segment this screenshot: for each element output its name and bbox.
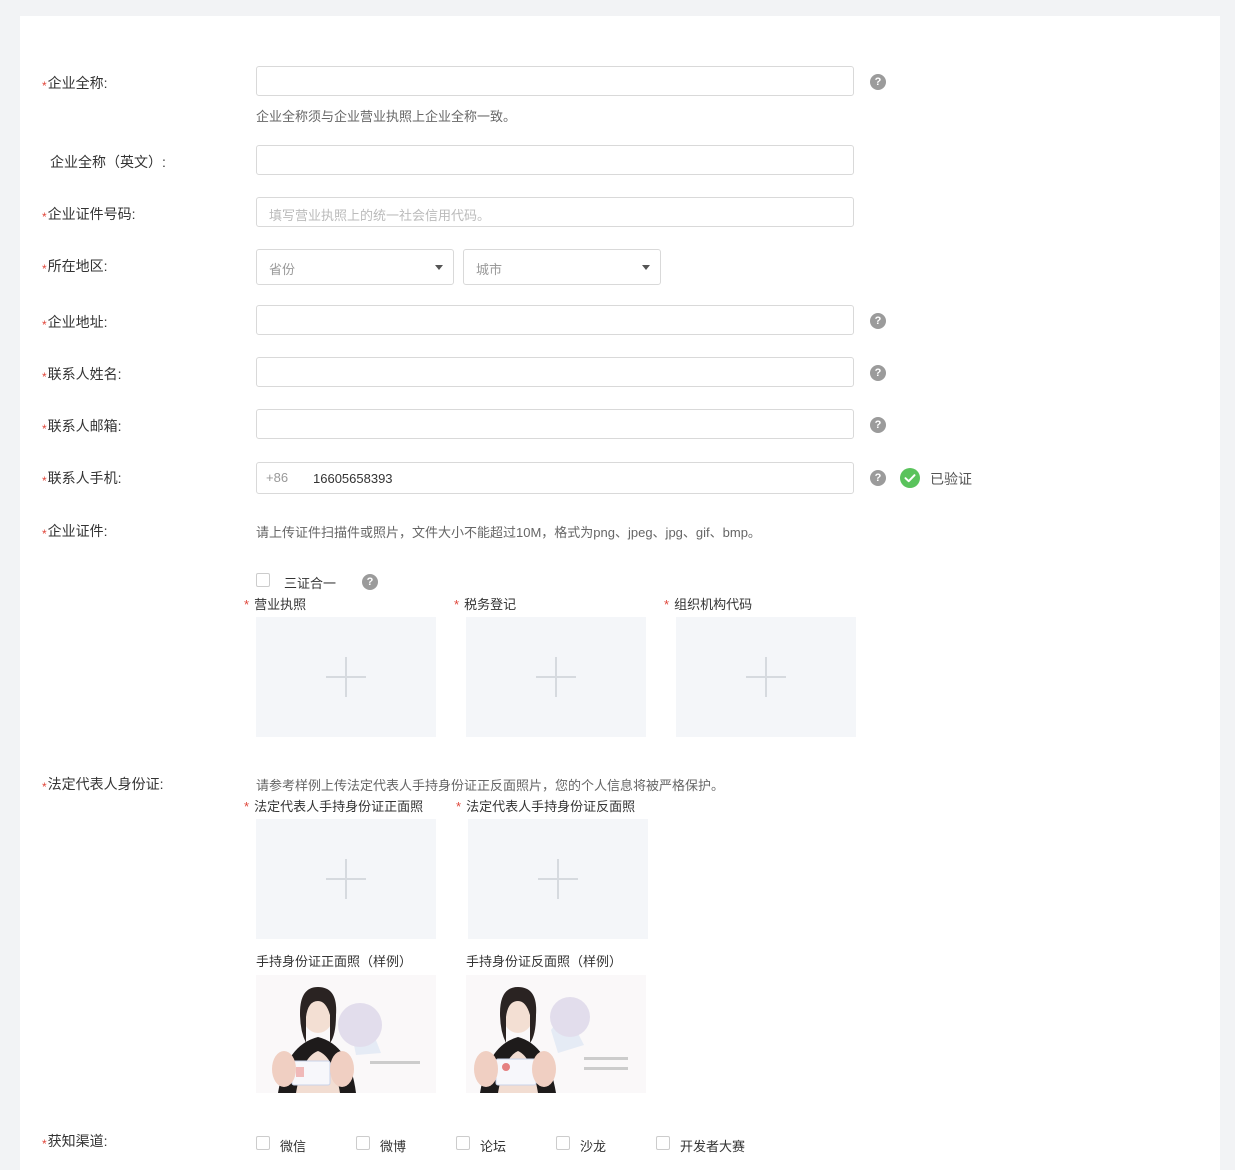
- required-mark: *: [456, 799, 462, 814]
- company-name-en-input[interactable]: [256, 145, 854, 175]
- cert-number-placeholder: 填写营业执照上的统一社会信用代码。: [269, 208, 491, 223]
- sample-front-image: [256, 975, 436, 1093]
- required-mark: *: [42, 262, 47, 276]
- channel-option-label: 微信: [280, 1139, 307, 1154]
- channel-checkbox-forum[interactable]: [456, 1136, 470, 1150]
- question-circle-icon[interactable]: ?: [870, 470, 886, 486]
- address-label: *企业地址:: [42, 314, 108, 332]
- business-license-upload[interactable]: [256, 617, 436, 737]
- three-in-one-checkbox[interactable]: [256, 573, 270, 587]
- question-circle-icon[interactable]: ?: [362, 574, 378, 590]
- channel-checkbox-wechat[interactable]: [256, 1136, 270, 1150]
- three-in-one-label: 三证合一: [284, 576, 337, 591]
- id-back-upload[interactable]: [468, 819, 648, 939]
- company-name-en-label: 企业全称（英文）:: [50, 154, 166, 170]
- address-input[interactable]: [256, 305, 854, 335]
- phone-value: 16605658393: [313, 471, 393, 486]
- contact-phone-input[interactable]: +86 16605658393: [256, 462, 854, 494]
- channel-option-label: 微博: [380, 1139, 407, 1154]
- contact-email-input[interactable]: [256, 409, 854, 439]
- caret-down-icon: [642, 265, 650, 270]
- certificates-label: *企业证件:: [42, 523, 108, 541]
- upload-label: * 组织机构代码: [664, 597, 753, 612]
- company-name-label: *企业全称:: [42, 75, 108, 93]
- required-mark: *: [42, 370, 47, 384]
- required-mark: *: [42, 318, 47, 332]
- channel-option-label: 开发者大赛: [680, 1139, 746, 1154]
- contact-email-label: *联系人邮箱:: [42, 418, 122, 436]
- legal-id-hint: 请参考样例上传法定代表人手持身份证正反面照片，您的个人信息将被严格保护。: [256, 778, 725, 793]
- channel-checkbox-weibo[interactable]: [356, 1136, 370, 1150]
- certificates-hint: 请上传证件扫描件或照片，文件大小不能超过10M，格式为png、jpeg、jpg、…: [256, 525, 761, 540]
- channel-option-label: 沙龙: [580, 1139, 607, 1154]
- required-mark: *: [42, 780, 47, 794]
- org-code-upload[interactable]: [676, 617, 856, 737]
- channel-option-label: 论坛: [480, 1139, 507, 1154]
- channel-label: *获知渠道:: [42, 1133, 108, 1151]
- required-mark: *: [454, 597, 460, 612]
- company-name-input[interactable]: [256, 66, 854, 96]
- required-mark: *: [42, 474, 47, 488]
- tax-registration-upload[interactable]: [466, 617, 646, 737]
- company-name-hint: 企业全称须与企业营业执照上企业全称一致。: [256, 109, 517, 124]
- contact-phone-label: *联系人手机:: [42, 470, 122, 488]
- phone-prefix: +86: [266, 470, 289, 485]
- upload-label: * 法定代表人手持身份证正面照: [244, 799, 424, 814]
- contact-name-input[interactable]: [256, 357, 854, 387]
- caret-down-icon: [435, 265, 443, 270]
- cert-number-label: *企业证件号码:: [42, 206, 136, 224]
- verified-status: 已验证: [930, 471, 972, 487]
- required-mark: *: [42, 1137, 47, 1151]
- legal-id-label: *法定代表人身份证:: [42, 776, 164, 794]
- required-mark: *: [42, 527, 47, 541]
- city-select[interactable]: 城市: [463, 249, 661, 285]
- channel-checkbox-salon[interactable]: [556, 1136, 570, 1150]
- contact-name-label: *联系人姓名:: [42, 366, 122, 384]
- required-mark: *: [664, 597, 670, 612]
- required-mark: *: [244, 799, 250, 814]
- province-select[interactable]: 省份: [256, 249, 454, 285]
- check-circle-icon: [900, 468, 920, 488]
- question-circle-icon[interactable]: ?: [870, 365, 886, 381]
- required-mark: *: [42, 79, 47, 93]
- id-front-upload[interactable]: [256, 819, 436, 939]
- sample-front-label: 手持身份证正面照（样例）: [256, 954, 413, 969]
- sample-back-label: 手持身份证反面照（样例）: [466, 954, 623, 969]
- upload-label: * 法定代表人手持身份证反面照: [456, 799, 636, 814]
- question-circle-icon[interactable]: ?: [870, 417, 886, 433]
- channel-checkbox-contest[interactable]: [656, 1136, 670, 1150]
- cert-number-input[interactable]: 填写营业执照上的统一社会信用代码。: [256, 197, 854, 227]
- required-mark: *: [42, 422, 47, 436]
- upload-label: * 税务登记: [454, 597, 517, 612]
- question-circle-icon[interactable]: ?: [870, 313, 886, 329]
- required-mark: *: [244, 597, 250, 612]
- question-circle-icon[interactable]: ?: [870, 74, 886, 90]
- required-mark: *: [42, 210, 47, 224]
- upload-label: * 营业执照: [244, 597, 307, 612]
- sample-back-image: [466, 975, 646, 1093]
- region-label: *所在地区:: [42, 258, 108, 276]
